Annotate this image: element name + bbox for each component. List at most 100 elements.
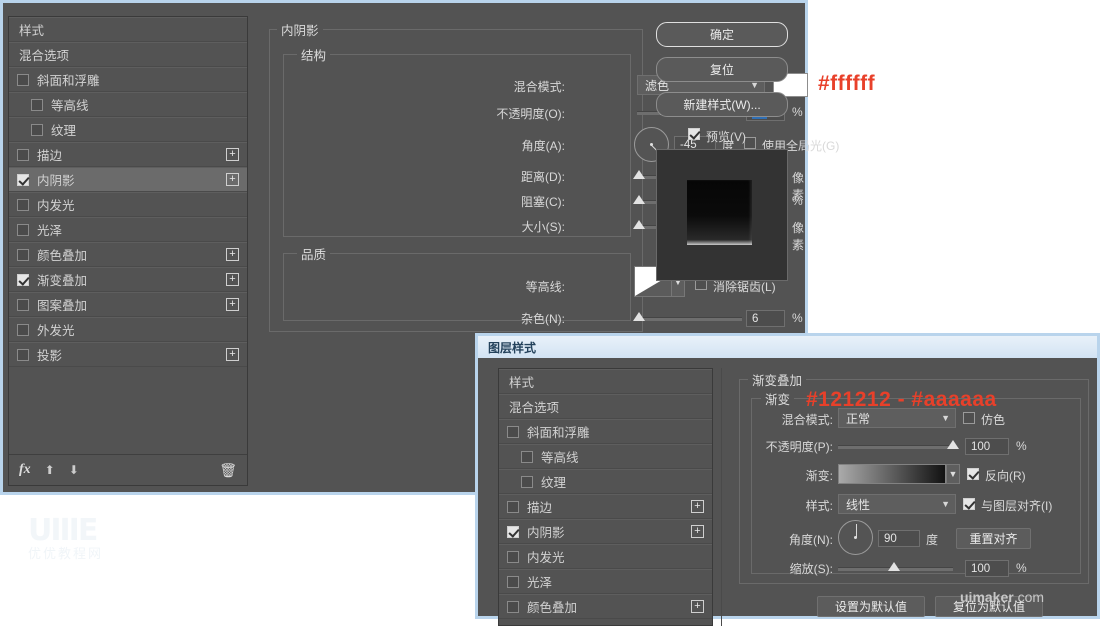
sidebar-item-contour[interactable]: 等高线 (9, 92, 247, 117)
checkbox-icon[interactable] (17, 198, 29, 211)
reset-button[interactable]: 复位 (656, 57, 788, 82)
checkbox-icon[interactable] (17, 148, 29, 161)
reverse-checkbox[interactable] (967, 468, 979, 480)
blend-mode-select[interactable]: 正常 ▼ (838, 408, 956, 428)
sidebar-item-gradient-overlay[interactable]: 渐变叠加 + (9, 267, 247, 292)
add-effect-icon[interactable]: + (226, 348, 239, 361)
angle-dial[interactable] (838, 520, 873, 555)
fx-icon[interactable]: fx (19, 462, 31, 478)
noise-label: 杂色(N): (521, 312, 565, 326)
size-unit: 像素 (792, 221, 805, 252)
add-effect-icon[interactable]: + (691, 500, 704, 513)
checkbox-icon[interactable] (507, 575, 519, 588)
sidebar-item-texture[interactable]: 纹理 (9, 117, 247, 142)
noise-slider-knob[interactable] (633, 312, 645, 321)
set-default-button[interactable]: 设置为默认值 (817, 596, 925, 617)
opacity-slider-knob[interactable] (947, 440, 959, 449)
quality-group (283, 253, 631, 321)
dialog-gradient-overlay: 图层样式 样式 混合选项 斜面和浮雕 等高线 纹理 描边 + 内阴影 + 内发光… (475, 333, 1100, 626)
checkbox-icon[interactable] (507, 500, 519, 513)
sidebar-item-satin[interactable]: 光泽 (9, 217, 247, 242)
arrow-down-icon[interactable]: ⬇ (69, 463, 79, 477)
size-slider-knob[interactable] (633, 220, 645, 229)
chevron-down-icon: ▼ (941, 413, 950, 423)
sidebar-item-label: 斜面和浮雕 (37, 74, 100, 88)
checkbox-icon[interactable] (31, 123, 43, 136)
sidebar-item-inner-glow[interactable]: 内发光 (9, 192, 247, 217)
sidebar-item-stroke[interactable]: 描边 + (499, 494, 712, 519)
checkbox-icon[interactable] (521, 450, 533, 463)
sidebar-item-label: 描边 (37, 149, 63, 163)
opacity-slider[interactable] (838, 445, 953, 449)
opacity-input[interactable]: 100 (965, 438, 1009, 455)
checkbox-icon[interactable] (507, 425, 519, 438)
chevron-down-icon: ▼ (941, 499, 950, 509)
noise-input[interactable]: 6 (746, 310, 785, 327)
preview-checkbox[interactable] (688, 128, 700, 140)
angle-input[interactable]: 90 (878, 530, 920, 547)
ok-button[interactable]: 确定 (656, 22, 788, 47)
sidebar-item-blending-options[interactable]: 混合选项 (9, 42, 247, 67)
sidebar-item-styles[interactable]: 样式 (499, 369, 712, 394)
angle-value: 90 (884, 532, 897, 545)
checkbox-icon[interactable] (507, 600, 519, 613)
sidebar-item-inner-glow[interactable]: 内发光 (499, 544, 712, 569)
add-effect-icon[interactable]: + (226, 148, 239, 161)
checkbox-icon[interactable] (17, 173, 29, 186)
checkbox-icon[interactable] (17, 298, 29, 311)
add-effect-icon[interactable]: + (226, 248, 239, 261)
add-effect-icon[interactable]: + (226, 173, 239, 186)
scale-slider-knob[interactable] (888, 562, 900, 571)
sidebar-item-outer-glow[interactable]: 外发光 (9, 317, 247, 342)
distance-slider-knob[interactable] (633, 170, 645, 179)
add-effect-icon[interactable]: + (691, 600, 704, 613)
checkbox-icon[interactable] (17, 323, 29, 336)
checkbox-icon[interactable] (31, 98, 43, 111)
sidebar-item-label: 图案叠加 (37, 299, 88, 313)
align-layer-checkbox[interactable] (963, 498, 975, 510)
gradient-picker-chevron-down-icon[interactable]: ▼ (946, 464, 960, 484)
add-effect-icon[interactable]: + (226, 273, 239, 286)
checkbox-icon[interactable] (507, 525, 519, 538)
reset-align-button[interactable]: 重置对齐 (956, 528, 1031, 549)
ok-label: 确定 (709, 28, 734, 42)
add-effect-icon[interactable]: + (226, 298, 239, 311)
choke-slider-knob[interactable] (633, 195, 645, 204)
sidebar-item-inner-shadow[interactable]: 内阴影 + (499, 519, 712, 544)
scale-value: 100 (971, 562, 991, 575)
checkbox-icon[interactable] (17, 73, 29, 86)
sidebar-item-stroke[interactable]: 描边 + (9, 142, 247, 167)
sidebar-item-styles[interactable]: 样式 (9, 17, 247, 42)
checkbox-icon[interactable] (17, 348, 29, 361)
checkbox-icon[interactable] (17, 248, 29, 261)
checkbox-icon[interactable] (521, 475, 533, 488)
noise-slider[interactable] (637, 317, 742, 321)
sidebar-item-color-overlay[interactable]: 颜色叠加 + (9, 242, 247, 267)
sidebar-item-color-overlay[interactable]: 颜色叠加 + (499, 594, 712, 619)
sidebar-item-texture[interactable]: 纹理 (499, 469, 712, 494)
sidebar-item-blending-options[interactable]: 混合选项 (499, 394, 712, 419)
add-effect-icon[interactable]: + (691, 525, 704, 538)
sidebar-item-contour[interactable]: 等高线 (499, 444, 712, 469)
new-style-button[interactable]: 新建样式(W)... (656, 92, 788, 117)
arrow-up-icon[interactable]: ⬆ (45, 463, 55, 477)
gradient-style-select[interactable]: 线性 ▼ (838, 494, 956, 514)
sidebar-item-inner-shadow[interactable]: 内阴影 + (9, 167, 247, 192)
checkbox-icon[interactable] (17, 223, 29, 236)
opacity-unit: % (1016, 439, 1027, 453)
dialog2-titlebar[interactable]: 图层样式 (478, 336, 1097, 359)
checkbox-icon[interactable] (17, 273, 29, 286)
angle-unit: 度 (926, 533, 939, 547)
scale-input[interactable]: 100 (965, 560, 1009, 577)
sidebar-item-drop-shadow[interactable]: 投影 + (9, 342, 247, 367)
sidebar-item-satin[interactable]: 光泽 (499, 569, 712, 594)
trash-icon[interactable]: 🗑 (219, 462, 237, 479)
sidebar-item-bevel-emboss[interactable]: 斜面和浮雕 (9, 67, 247, 92)
sidebar-item-bevel-emboss[interactable]: 斜面和浮雕 (499, 419, 712, 444)
watermark-uimaker: uimaker.com (960, 589, 1044, 605)
sidebar-item-pattern-overlay[interactable]: 图案叠加 + (9, 292, 247, 317)
blend-mode-label: 混合模式: (513, 80, 565, 94)
checkbox-icon[interactable] (507, 550, 519, 563)
gradient-preview-bar[interactable] (838, 464, 946, 484)
dither-checkbox[interactable] (963, 412, 975, 424)
